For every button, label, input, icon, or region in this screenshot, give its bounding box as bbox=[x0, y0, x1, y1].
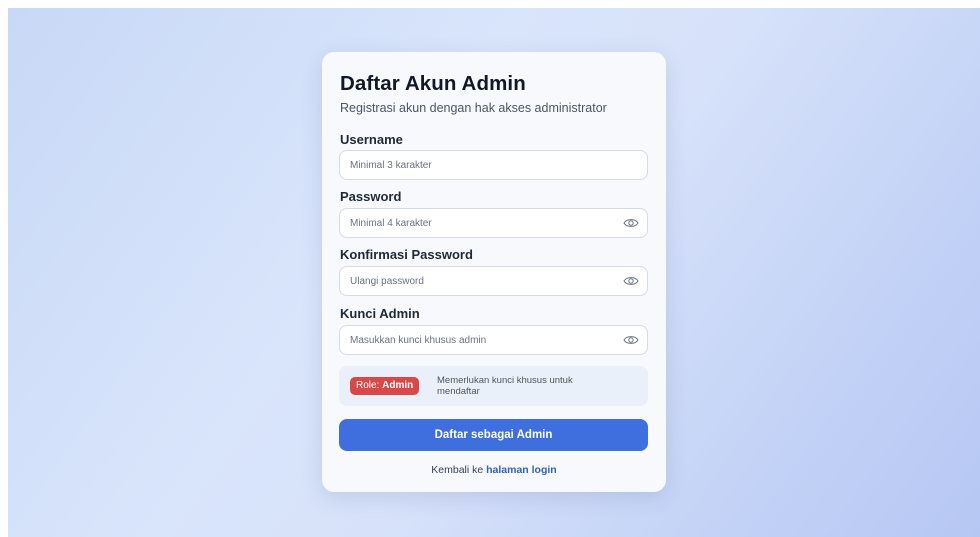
admin-key-field bbox=[339, 325, 648, 355]
password-input[interactable] bbox=[350, 209, 610, 237]
back-text: Kembali ke bbox=[431, 464, 487, 476]
confirm-password-label: Konfirmasi Password bbox=[340, 247, 473, 262]
eye-icon-graphic bbox=[623, 336, 639, 344]
register-card: Daftar Akun Admin Registrasi akun dengan… bbox=[322, 52, 666, 492]
confirm-password-field bbox=[339, 266, 648, 296]
page-background: Daftar Akun Admin Registrasi akun dengan… bbox=[8, 8, 980, 537]
role-description: Memerlukan kunci khusus untuk mendaftar bbox=[437, 375, 573, 397]
username-input[interactable] bbox=[350, 151, 610, 179]
password-field bbox=[339, 208, 648, 238]
username-label: Username bbox=[340, 132, 403, 147]
login-link[interactable]: halaman login bbox=[486, 464, 557, 476]
role-badge: Role: Admin bbox=[350, 377, 420, 395]
back-to-login: Kembali ke halaman login bbox=[322, 464, 666, 476]
page-title: Daftar Akun Admin bbox=[340, 72, 526, 95]
register-admin-button[interactable]: Daftar sebagai Admin bbox=[339, 419, 648, 451]
eye-icon-graphic bbox=[623, 277, 639, 285]
admin-key-label: Kunci Admin bbox=[340, 306, 420, 321]
eye-icon[interactable] bbox=[623, 274, 639, 288]
page-subtitle: Registrasi akun dengan hak akses adminis… bbox=[340, 101, 607, 115]
eye-icon[interactable] bbox=[623, 216, 639, 230]
password-label: Password bbox=[340, 189, 402, 204]
role-value: Admin bbox=[382, 380, 414, 391]
role-info-box: Role: Admin Memerlukan kunci khusus untu… bbox=[339, 366, 648, 406]
admin-key-input[interactable] bbox=[350, 326, 610, 354]
username-field bbox=[339, 150, 648, 180]
confirm-password-input[interactable] bbox=[350, 267, 610, 295]
role-prefix: Role: bbox=[356, 380, 383, 391]
eye-icon-graphic bbox=[623, 219, 639, 227]
eye-icon[interactable] bbox=[623, 333, 639, 347]
